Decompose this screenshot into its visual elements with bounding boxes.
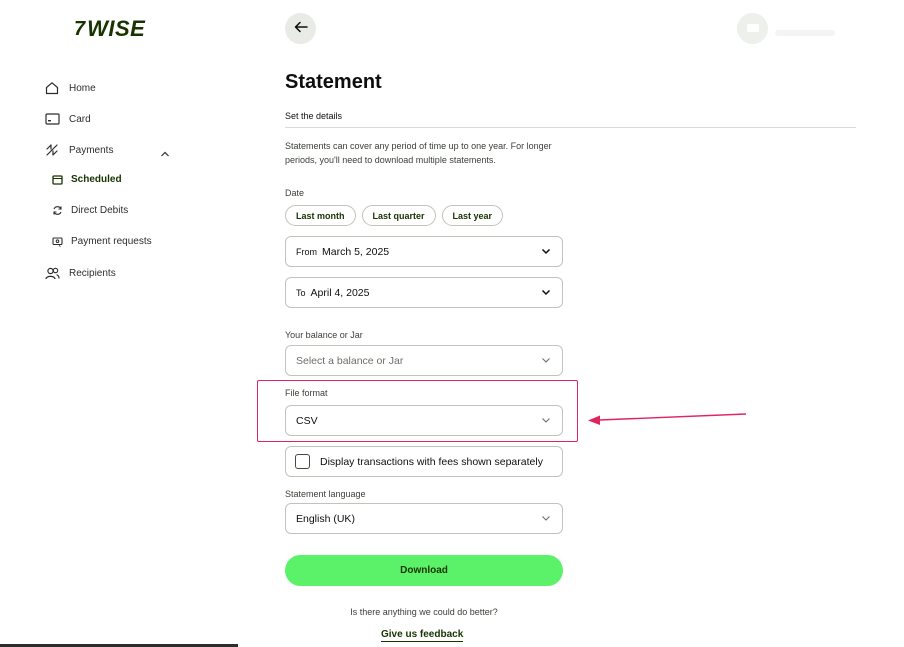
from-prefix: From bbox=[296, 246, 317, 257]
card-icon bbox=[44, 111, 60, 127]
sidebar-item-scheduled[interactable]: Scheduled bbox=[52, 174, 122, 185]
avatar[interactable] bbox=[737, 13, 768, 44]
account-name-placeholder bbox=[775, 30, 835, 36]
chevron-down-icon bbox=[540, 287, 552, 299]
fees-checkbox-label: Display transactions with fees shown sep… bbox=[320, 455, 543, 468]
balance-label: Your balance or Jar bbox=[285, 330, 363, 340]
from-date-select[interactable]: From March 5, 2025 bbox=[285, 236, 563, 267]
sidebar-item-label: Home bbox=[69, 82, 96, 94]
sidebar-item-card[interactable]: Card bbox=[44, 111, 91, 127]
sidebar-item-payment-requests[interactable]: Payment requests bbox=[52, 236, 152, 247]
chip-last-quarter[interactable]: Last quarter bbox=[361, 205, 436, 226]
payments-icon bbox=[44, 142, 60, 158]
statement-description: Statements can cover any period of time … bbox=[285, 141, 552, 165]
feedback-question: Is there anything we could do better? bbox=[350, 607, 498, 617]
calendar-icon bbox=[52, 174, 63, 185]
date-label: Date bbox=[285, 188, 305, 198]
sidebar-item-payments[interactable]: Payments bbox=[44, 142, 113, 158]
wise-wordmark: WISE bbox=[87, 16, 146, 41]
language-select[interactable]: English (UK) bbox=[285, 503, 563, 534]
chevron-down-icon bbox=[540, 415, 552, 427]
section-heading: Set the details bbox=[285, 111, 343, 121]
fees-separately-checkbox-row[interactable]: Display transactions with fees shown sep… bbox=[285, 446, 563, 477]
file-format-label: File format bbox=[285, 388, 328, 398]
date-presets: Last month Last quarter Last year bbox=[285, 205, 504, 226]
download-button[interactable]: Download bbox=[285, 555, 563, 586]
sidebar-item-recipients[interactable]: Recipients bbox=[44, 265, 116, 281]
chevron-up-icon[interactable] bbox=[160, 145, 170, 163]
to-prefix: To bbox=[296, 287, 306, 298]
sidebar-item-label: Scheduled bbox=[71, 174, 122, 185]
from-date-value: March 5, 2025 bbox=[322, 245, 390, 258]
language-value: English (UK) bbox=[296, 512, 355, 525]
annotation-arrow-icon bbox=[588, 413, 747, 425]
sidebar-item-label: Direct Debits bbox=[71, 205, 129, 216]
chevron-down-icon bbox=[540, 355, 552, 367]
business-icon bbox=[746, 20, 760, 38]
language-label: Statement language bbox=[285, 489, 366, 499]
chevron-down-icon bbox=[540, 513, 552, 525]
wise-logo[interactable]: 7 WISE bbox=[74, 16, 145, 42]
home-icon bbox=[44, 80, 60, 96]
file-format-select[interactable]: CSV bbox=[285, 405, 563, 436]
back-button[interactable] bbox=[285, 13, 316, 44]
file-format-value: CSV bbox=[296, 414, 318, 427]
sidebar-item-home[interactable]: Home bbox=[44, 80, 96, 96]
chip-last-year[interactable]: Last year bbox=[441, 205, 504, 226]
arrow-left-icon bbox=[294, 20, 308, 38]
sidebar-item-direct-debits[interactable]: Direct Debits bbox=[52, 205, 128, 216]
sidebar-item-label: Payments bbox=[69, 144, 114, 156]
balance-select[interactable]: Select a balance or Jar bbox=[285, 345, 563, 376]
section-divider bbox=[285, 127, 856, 128]
sidebar-item-label: Recipients bbox=[69, 267, 116, 279]
chip-last-month[interactable]: Last month bbox=[285, 205, 356, 226]
people-icon bbox=[44, 265, 60, 281]
to-date-select[interactable]: To April 4, 2025 bbox=[285, 277, 563, 308]
chevron-down-icon bbox=[540, 246, 552, 258]
page-title: Statement bbox=[285, 71, 382, 93]
request-icon bbox=[52, 236, 63, 247]
sidebar-item-label: Card bbox=[69, 113, 91, 125]
sidebar-item-label: Payment requests bbox=[71, 236, 152, 247]
fees-checkbox[interactable] bbox=[295, 454, 310, 469]
balance-placeholder: Select a balance or Jar bbox=[296, 354, 404, 367]
refresh-icon bbox=[52, 205, 63, 216]
to-date-value: April 4, 2025 bbox=[310, 286, 370, 299]
give-feedback-link[interactable]: Give us feedback bbox=[381, 629, 464, 642]
wise-flag-logo: 7 bbox=[74, 17, 86, 40]
